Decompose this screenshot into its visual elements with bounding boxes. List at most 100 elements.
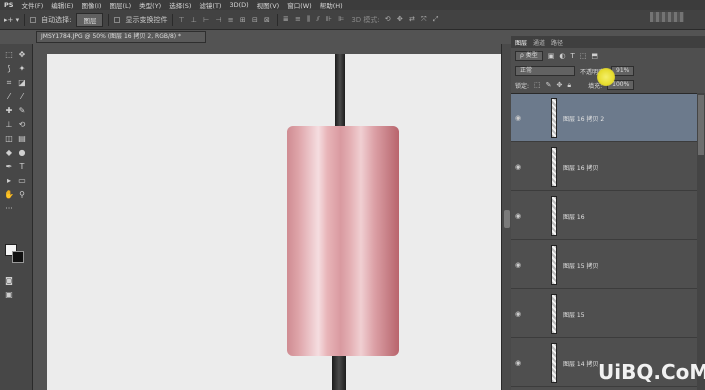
divider [172,13,174,26]
menu-window[interactable]: 窗口(W) [287,0,312,10]
path-select-icon[interactable]: ▸ [4,176,14,186]
layer-thumbnail [551,343,557,383]
blend-mode-dropdown[interactable]: 正常 [515,66,575,76]
auto-select-label: 自动选择: [41,15,72,24]
dodge-tool-icon[interactable]: ● [17,148,27,158]
lock-pixels-icon[interactable]: ⬚ [534,81,541,89]
hand-tool-icon[interactable]: ✋ [4,190,14,200]
filter-shape-icon[interactable]: ⬚ [580,52,587,60]
3d-mode-icons[interactable]: ⟲ ✥ ⇄ ⤧ ⤢ [385,15,441,24]
layers-scroll-thumb[interactable] [698,95,704,155]
brush-tool-icon[interactable]: ✎ [17,106,27,116]
filter-adjust-icon[interactable]: ◐ [559,52,565,60]
tab-paths[interactable]: 路径 [551,38,563,47]
layer-name: 图层 15 拷贝 [563,263,599,270]
menu-edit[interactable]: 编辑(E) [51,0,73,10]
quick-mask-icon[interactable]: ◙ [4,276,14,286]
layer-thumbnail [551,245,557,285]
gradient-tool-icon[interactable]: ▤ [17,134,27,144]
background-color-swatch[interactable] [12,251,24,263]
lock-all-icon[interactable]: 🔒︎ [567,81,571,90]
visibility-eye-icon[interactable]: ◉ [515,114,521,122]
tab-channels[interactable]: 通道 [533,38,545,47]
visibility-eye-icon[interactable]: ◉ [515,310,521,318]
cursor-highlight [597,68,615,86]
menu-3d[interactable]: 3D(D) [229,1,248,9]
layer-name: 图层 16 拷贝 2 [563,116,605,123]
visibility-eye-icon[interactable]: ◉ [515,212,521,220]
shape-tool-icon[interactable]: ▭ [17,176,27,186]
menu-file[interactable]: 文件(F) [21,0,43,10]
lock-move-icon[interactable]: ✥ [557,81,563,89]
layer-filter-kind[interactable]: ρ 类型 [515,51,543,61]
filter-smart-icon[interactable]: ⬒ [591,52,598,60]
tab-layers[interactable]: 图层 [515,38,527,47]
document-canvas[interactable] [47,54,501,390]
layer-row[interactable]: ◉ 图层 16 [511,192,697,240]
filter-row: ρ 类型 ▣ ◐ T ⬚ ⬒ [515,51,701,61]
ruler-icon[interactable]: ⁄ [17,92,27,102]
pink-cylinder-shape[interactable] [287,126,399,356]
pen-tool-icon[interactable]: ✒ [4,162,14,172]
move-tool-icon[interactable]: ✥ [17,50,27,60]
blur-tool-icon[interactable]: ◆ [4,148,14,158]
eraser-icon[interactable]: ◫ [4,134,14,144]
visibility-eye-icon[interactable]: ◉ [515,163,521,171]
visibility-eye-icon[interactable]: ◉ [515,359,521,367]
move-tool-preset[interactable]: ▸+ ▾ [4,16,19,24]
canvas-scroll-thumb[interactable] [504,210,510,228]
layers-scrollbar[interactable] [697,93,705,390]
show-transform-checkbox[interactable] [114,16,121,23]
document-tab[interactable]: JMSY1784.JPG @ 50% (图层 16 拷贝 2, RGB/8) * [36,31,206,43]
history-brush-icon[interactable]: ⟲ [17,120,27,130]
layer-row[interactable]: ◉ 图层 16 拷贝 [511,143,697,191]
layer-thumbnail [551,196,557,236]
align-icons[interactable]: ⊤ ⊥ ⊢ ⊣ ≡ ⊞ ⊟ ⊠ [178,16,271,24]
filter-type-icon[interactable]: T [570,52,574,60]
menu-bar: PS 文件(F) 编辑(E) 图像(I) 图层(L) 类型(Y) 选择(S) 滤… [0,0,705,10]
screen-mode-icon[interactable]: ▣ [4,290,14,300]
layer-row[interactable]: ◉ 图层 16 拷贝 2 [511,94,697,142]
lock-paint-icon[interactable]: ✎ [546,81,552,89]
clone-stamp-icon[interactable]: ⊥ [4,120,14,130]
site-watermark: UiBQ.CoM [598,360,705,384]
zoom-tool-icon[interactable]: ⚲ [17,190,27,200]
menu-view[interactable]: 视图(V) [257,0,280,10]
distribute-icons[interactable]: ≣ ≡ ⫼ ⫽ ⊪ ⊫ [283,15,346,24]
app-logo: PS [4,1,14,9]
type-tool-icon[interactable]: T [17,162,27,172]
layers-panel: 图层 通道 路径 ρ 类型 ▣ ◐ T ⬚ ⬒ 正常 不透明度: 91% 锁定:… [511,36,705,390]
menu-type[interactable]: 类型(Y) [139,0,161,10]
marquee-tool-icon[interactable]: ⬚ [4,50,14,60]
divider [276,13,278,26]
menu-select[interactable]: 选择(S) [169,0,191,10]
magic-wand-icon[interactable]: ✦ [17,64,27,74]
layer-row[interactable]: ◉ 图层 15 拷贝 [511,241,697,289]
lasso-tool-icon[interactable]: ⟆ [4,64,14,74]
crop-tool-icon[interactable]: ⌗ [4,78,14,88]
eyedropper-icon[interactable]: ⁄ [4,92,14,102]
layer-thumbnail [551,147,557,187]
menu-help[interactable]: 帮助(H) [320,0,343,10]
divider [24,13,26,26]
slice-tool-icon[interactable]: ◪ [17,78,27,88]
show-transform-label: 显示变换控件 [125,15,168,24]
filter-pixel-icon[interactable]: ▣ [548,52,555,60]
menu-layer[interactable]: 图层(L) [109,0,131,10]
layer-name: 图层 16 [563,214,585,221]
menu-filter[interactable]: 滤镜(T) [199,0,221,10]
layer-row[interactable]: ◉ 图层 15 [511,290,697,338]
divider [108,13,110,26]
layer-thumbnail [551,98,557,138]
user-avatar [650,12,684,22]
menu-image[interactable]: 图像(I) [81,0,101,10]
auto-select-dropdown[interactable]: 图层 [76,12,104,27]
healing-brush-icon[interactable]: ✚ [4,106,14,116]
auto-select-checkbox[interactable] [30,16,37,23]
3d-mode-label: 3D 模式: [351,15,380,24]
pole-top [335,54,345,134]
canvas-scrollbar[interactable] [501,44,511,390]
more-tools-icon[interactable]: ··· [4,204,14,214]
panel-tabs: 图层 通道 路径 [511,36,705,48]
visibility-eye-icon[interactable]: ◉ [515,261,521,269]
